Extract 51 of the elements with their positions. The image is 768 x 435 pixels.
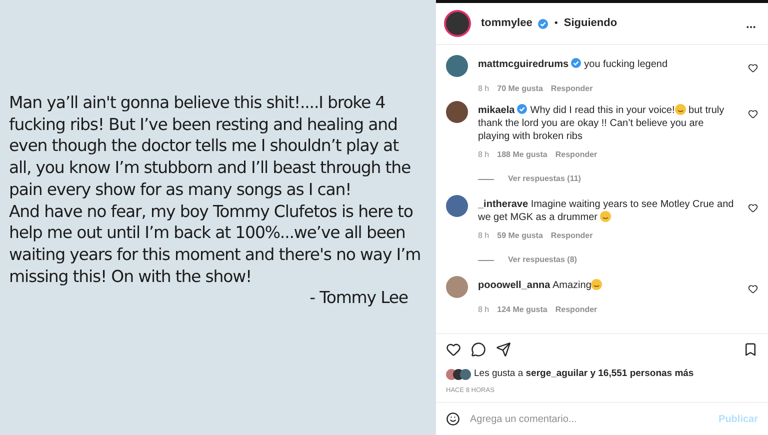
reply-link[interactable]: Responder — [555, 149, 598, 161]
avatar[interactable] — [446, 101, 468, 123]
comment-text: pooowell_anna Amazing — [478, 276, 738, 292]
note-text: waiting years for this moment and there's no way I’m — [9, 244, 422, 266]
note-text: help me out until I’m back at 100%...we’ve all been — [9, 222, 406, 244]
comment-time: 8 h — [478, 230, 490, 242]
comment-text: mikaela Why did I read this in your voice! but truly thank the lord you are okay !! Can’t believe you are playing with broken ribs — [478, 103, 726, 143]
liker-avatars — [446, 368, 471, 380]
separator: • — [554, 17, 558, 31]
note-text: even though the doctor tells me I shouldn’t play at — [9, 135, 400, 158]
avatar[interactable] — [446, 195, 468, 217]
note-text: Man ya’ll ain't gonna believe this shit!....I broke 4 — [9, 92, 386, 114]
comment-likes[interactable]: 188 Me gusta — [497, 149, 548, 161]
note-text: pain every show for as many songs as I can! — [9, 178, 352, 201]
comment-likes[interactable]: 70 Me gusta — [497, 83, 543, 95]
reply-link[interactable]: Responder — [550, 230, 593, 242]
like-icon[interactable] — [748, 284, 758, 294]
comment-icon[interactable] — [471, 342, 486, 357]
comment-time: 8 h — [478, 83, 490, 95]
reply-link[interactable]: Responder — [555, 304, 598, 316]
bookmark-icon[interactable] — [743, 342, 758, 357]
note-text: all, you know I’m stubborn and I’ll beast through the — [9, 157, 412, 179]
comment-text: _intherave Imagine waiting years to see Motley Crue and we get MGK as a drummer — [478, 198, 735, 224]
reply-link[interactable]: Responder — [550, 83, 593, 95]
emoji-icon — [600, 211, 612, 222]
comment-field[interactable]: Agrega un comentario... — [470, 412, 709, 426]
comment-time: 8 h — [478, 304, 490, 316]
like-icon[interactable] — [446, 342, 461, 357]
comment-likes[interactable]: 124 Me gusta — [497, 304, 548, 316]
like-icon[interactable] — [748, 109, 758, 119]
avatar[interactable] — [444, 10, 471, 37]
view-replies-link[interactable]: Ver respuestas (8) — [508, 254, 577, 266]
like-icon[interactable] — [748, 63, 758, 73]
comment-time: 8 h — [478, 149, 490, 161]
likes-summary: Les gusta a serge_aguilar y 16,551 personas más — [474, 367, 694, 381]
comment-text: mattmcguiredrums you fucking legend — [478, 57, 669, 71]
note-text: fucking ribs! But I’ve been resting and healing and — [9, 114, 398, 136]
follow-status[interactable]: Siguiendo — [564, 15, 618, 32]
emoji-icon — [674, 104, 686, 115]
more-button[interactable]: ... — [746, 18, 756, 30]
share-icon[interactable] — [496, 342, 511, 357]
note-text: And have no fear, my boy Tommy Clufetos is here to — [9, 200, 414, 222]
like-icon[interactable] — [748, 203, 758, 213]
note-signature: - Tommy Lee — [310, 287, 408, 310]
avatar[interactable] — [446, 55, 468, 77]
emoji-picker-icon[interactable] — [446, 412, 460, 426]
emoji-icon — [591, 279, 602, 290]
view-replies-link[interactable]: Ver respuestas (11) — [508, 173, 581, 185]
note-text: missing this! On with the show! — [9, 266, 252, 288]
username[interactable]: tommylee — [481, 15, 532, 32]
comment-likes[interactable]: 59 Me gusta — [497, 230, 543, 242]
